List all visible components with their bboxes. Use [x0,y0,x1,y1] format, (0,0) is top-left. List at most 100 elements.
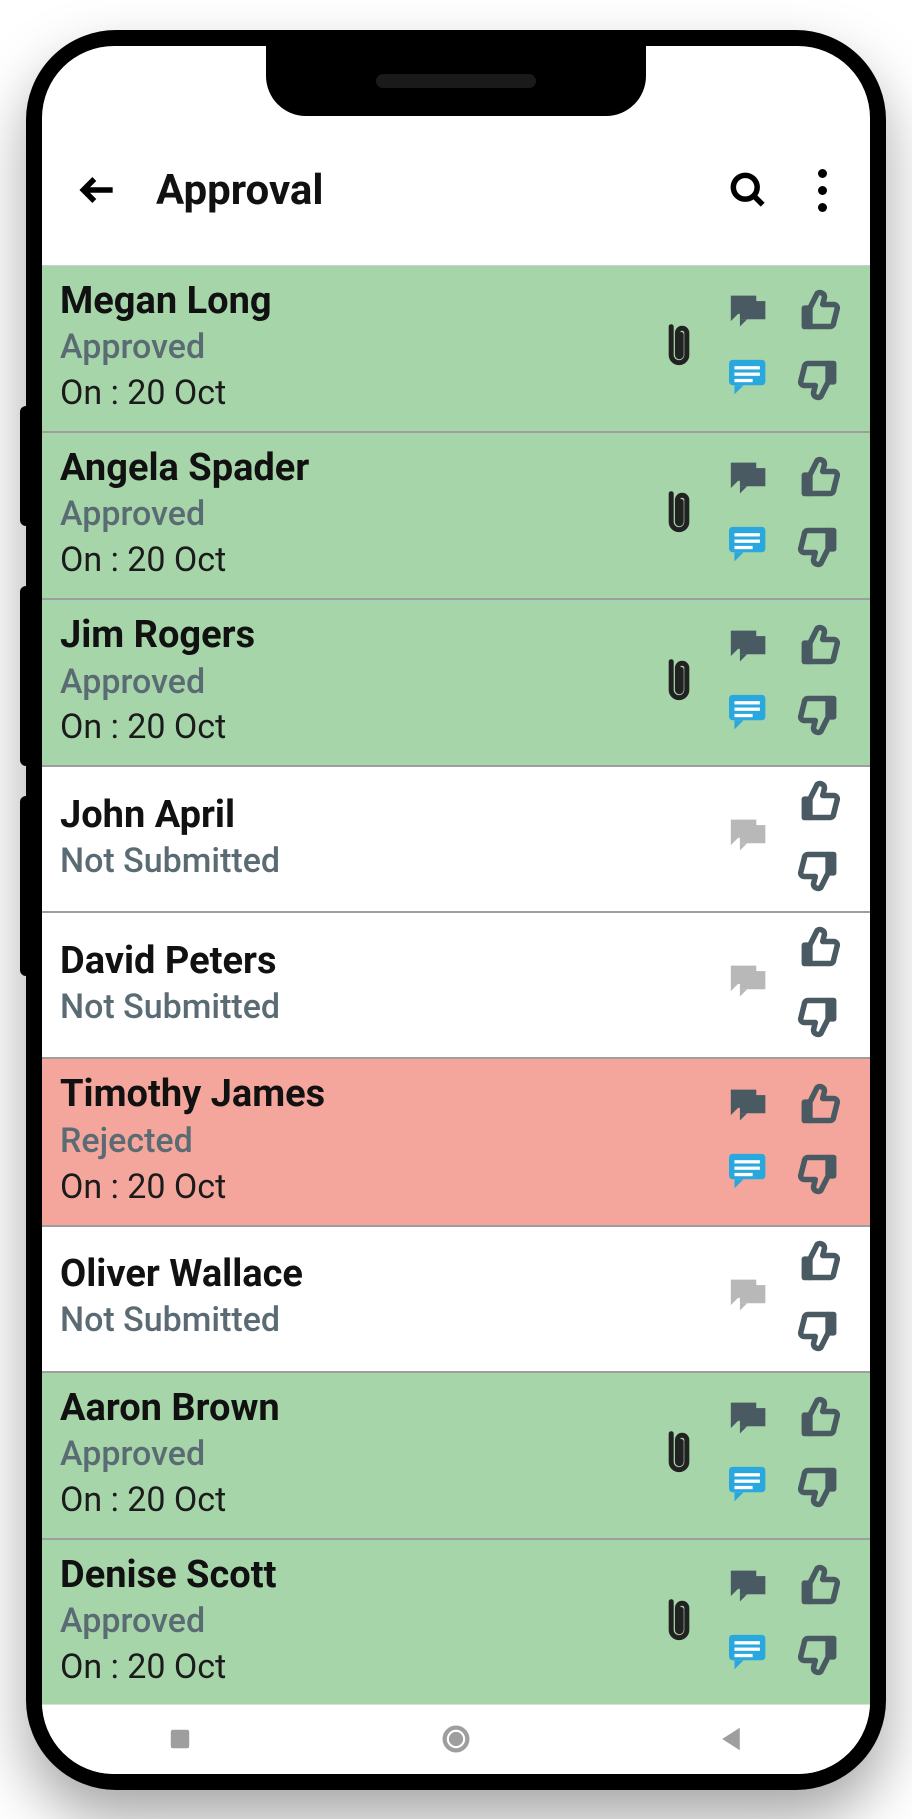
thumbs-column [784,1239,854,1357]
thumb-down-button[interactable] [797,1465,841,1513]
thumb-down-button[interactable] [797,358,841,406]
date-text: On : 20 Oct [60,371,644,417]
comment-dark-icon[interactable] [727,1399,771,1443]
comment-blue-icon[interactable] [727,1152,771,1196]
comments-column [714,816,784,860]
attachment-button[interactable] [644,657,714,707]
row-info: Oliver WallaceNot Submitted [60,1251,644,1344]
comments-column [714,962,784,1006]
thumb-down-button[interactable] [797,1309,841,1357]
thumbs-column [784,288,854,406]
thumb-up-button[interactable] [797,1239,841,1287]
comments-column [714,1086,784,1196]
date-text: On : 20 Oct [60,1165,644,1211]
square-icon [163,1722,197,1756]
row-info: Aaron BrownApprovedOn : 20 Oct [60,1385,644,1524]
thumb-down-button[interactable] [797,693,841,741]
thumb-down-button[interactable] [797,1152,841,1200]
person-name: John April [60,792,644,840]
row-info: John AprilNot Submitted [60,792,644,885]
comment-dark-icon[interactable] [727,962,771,1006]
person-name: Angela Spader [60,445,644,493]
person-name: Megan Long [60,278,644,326]
comment-blue-icon[interactable] [727,1465,771,1509]
row-info: Megan LongApprovedOn : 20 Oct [60,278,644,417]
approval-row[interactable]: Jim RogersApprovedOn : 20 Oct [42,600,870,767]
approval-row[interactable]: David PetersNot Submitted [42,913,870,1059]
approval-row[interactable]: Angela SpaderApprovedOn : 20 Oct [42,433,870,600]
phone-side-button [20,586,32,766]
comments-column [714,292,784,402]
approval-row[interactable]: Aaron BrownApprovedOn : 20 Oct [42,1373,870,1540]
thumb-up-button[interactable] [797,779,841,827]
comment-dark-icon[interactable] [727,627,771,671]
nav-home-button[interactable] [436,1719,476,1759]
approval-row[interactable]: Megan LongApprovedOn : 20 Oct [42,266,870,433]
thumb-up-button[interactable] [797,455,841,503]
attachment-button[interactable] [644,1429,714,1479]
thumb-down-button[interactable] [797,995,841,1043]
comment-dark-icon[interactable] [727,1567,771,1611]
comment-dark-icon[interactable] [727,816,771,860]
person-name: David Peters [60,938,644,986]
comment-dark-icon[interactable] [727,292,771,336]
status-text: Not Submitted [60,985,644,1031]
comment-dark-icon[interactable] [727,1276,771,1320]
status-text: Approved [60,1599,644,1645]
thumbs-column [784,1082,854,1200]
approval-row[interactable]: John AprilNot Submitted [42,767,870,913]
date-text: On : 20 Oct [60,1478,644,1524]
attachment-button[interactable] [644,1597,714,1647]
status-text: Not Submitted [60,1298,644,1344]
date-text: On : 20 Oct [60,538,644,584]
more-menu-button[interactable] [798,169,846,212]
thumb-down-button[interactable] [797,525,841,573]
approval-row[interactable]: Denise ScottApprovedOn : 20 Oct [42,1540,870,1707]
person-name: Aaron Brown [60,1385,644,1433]
comment-blue-icon[interactable] [727,693,771,737]
status-text: Rejected [60,1119,644,1165]
approval-row[interactable]: Timothy JamesRejectedOn : 20 Oct [42,1059,870,1226]
row-info: Denise ScottApprovedOn : 20 Oct [60,1552,644,1691]
thumb-up-button[interactable] [797,623,841,671]
attachment-button[interactable] [644,322,714,372]
approval-list: Megan LongApprovedOn : 20 OctAngela Spad… [42,266,870,1708]
thumb-up-button[interactable] [797,288,841,336]
nav-back-button[interactable] [712,1719,752,1759]
comments-column [714,459,784,569]
phone-frame: Approval Megan LongApprovedOn : 20 OctAn… [26,30,886,1790]
phone-side-button [20,796,32,976]
row-info: David PetersNot Submitted [60,938,644,1031]
app-content: Approval Megan LongApprovedOn : 20 OctAn… [42,46,870,1774]
search-button[interactable] [716,158,780,222]
thumb-up-button[interactable] [797,1563,841,1611]
comment-dark-icon[interactable] [727,459,771,503]
approval-row[interactable]: Oliver WallaceNot Submitted [42,1227,870,1373]
nav-recent-button[interactable] [160,1719,200,1759]
triangle-left-icon [715,1722,749,1756]
comment-blue-icon[interactable] [727,525,771,569]
back-button[interactable] [66,158,130,222]
person-name: Denise Scott [60,1552,644,1600]
comment-blue-icon[interactable] [727,1633,771,1677]
attachment-button[interactable] [644,489,714,539]
phone-side-button [20,406,32,526]
thumbs-column [784,925,854,1043]
thumb-up-button[interactable] [797,1395,841,1443]
thumb-up-button[interactable] [797,1082,841,1130]
arrow-left-icon [76,168,120,212]
screen: Approval Megan LongApprovedOn : 20 OctAn… [42,46,870,1774]
person-name: Oliver Wallace [60,1251,644,1299]
thumb-up-button[interactable] [797,925,841,973]
comment-dark-icon[interactable] [727,1086,771,1130]
thumb-down-button[interactable] [797,849,841,897]
status-text: Approved [60,492,644,538]
comment-blue-icon[interactable] [727,358,771,402]
person-name: Timothy James [60,1071,644,1119]
person-name: Jim Rogers [60,612,644,660]
thumbs-column [784,779,854,897]
date-text: On : 20 Oct [60,705,644,751]
comments-column [714,627,784,737]
thumb-down-button[interactable] [797,1633,841,1681]
circle-icon [439,1722,473,1756]
